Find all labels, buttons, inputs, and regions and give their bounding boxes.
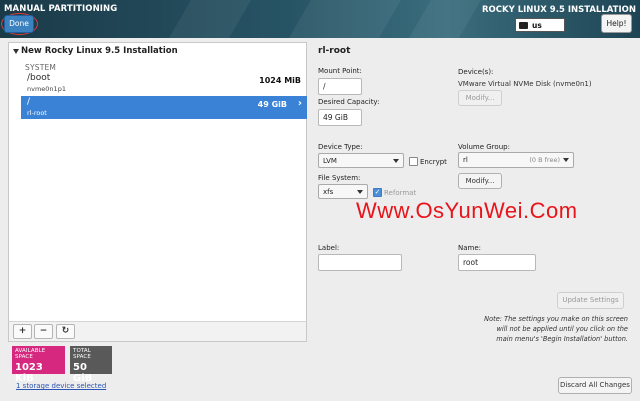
volume-group-modify-button[interactable]: Modify... (458, 173, 502, 189)
label-input[interactable] (318, 254, 402, 271)
desired-capacity-label: Desired Capacity: (318, 98, 380, 106)
file-system-select[interactable]: xfs (318, 184, 368, 199)
done-button[interactable]: Done (4, 15, 34, 33)
note-text: The settings you make on this screen wil… (496, 315, 628, 343)
partition-mount-point: /boot (27, 73, 51, 83)
system-group-label: SYSTEM (25, 63, 57, 72)
volume-group-value: rl (463, 156, 468, 164)
device-type-value: LVM (323, 156, 337, 165)
reformat-label: Reformat (384, 189, 417, 197)
available-space-box: AVAILABLE SPACE 1023 KiB (12, 346, 65, 384)
device-type-select[interactable]: LVM (318, 153, 404, 168)
partition-device: nvme0n1p1 (27, 85, 66, 93)
help-button[interactable]: Help! (601, 14, 632, 33)
keyboard-layout-indicator[interactable]: us (515, 18, 565, 32)
chevron-right-icon: › (297, 98, 302, 109)
volume-group-label: Volume Group: (458, 143, 510, 151)
devices-modify-button[interactable]: Modify... (458, 90, 502, 106)
file-system-value: xfs (323, 187, 334, 196)
name-input[interactable]: root (458, 254, 536, 271)
partition-device: rl-root (27, 109, 47, 117)
remove-partition-button[interactable]: − (34, 324, 53, 339)
settings-note: Note: The settings you make on this scre… (478, 314, 628, 344)
total-space-label: TOTAL SPACE (73, 348, 91, 360)
total-space-value: 50 GiB (73, 362, 93, 384)
update-settings-button[interactable]: Update Settings (557, 292, 624, 309)
chevron-down-icon (357, 190, 363, 194)
encrypt-checkbox[interactable] (409, 157, 418, 166)
device-type-label: Device Type: (318, 143, 363, 151)
file-system-label: File System: (318, 174, 361, 182)
watermark-text: Www.OsYunWei.Com (356, 198, 578, 223)
header-decoration (289, 0, 401, 38)
volume-group-select[interactable]: rl (0 B free) (458, 152, 574, 168)
name-label: Name: (458, 244, 482, 252)
chevron-down-icon (563, 158, 569, 162)
keyboard-icon (519, 21, 528, 29)
partition-row-boot[interactable]: /boot nvme0n1p1 1024 MiB (21, 72, 307, 95)
chevron-down-icon (393, 159, 399, 163)
partition-size: 1024 MiB (259, 76, 301, 85)
expand-triangle-icon (13, 48, 19, 54)
encrypt-label: Encrypt (420, 158, 447, 166)
add-partition-button[interactable]: + (13, 324, 32, 339)
keyboard-layout-label: us (532, 20, 542, 30)
header-decoration (409, 0, 481, 38)
installation-title: New Rocky Linux 9.5 Installation (21, 46, 178, 56)
note-prefix: Note: (484, 315, 502, 323)
reformat-checkbox[interactable]: ✓ (373, 188, 382, 197)
available-space-value: 1023 KiB (15, 362, 43, 384)
total-space-box: TOTAL SPACE 50 GiB (70, 346, 112, 384)
installation-group-header[interactable]: New Rocky Linux 9.5 Installation (13, 46, 178, 56)
available-space-label: AVAILABLE SPACE (15, 348, 46, 360)
header-decoration (169, 0, 251, 38)
partition-list-panel: New Rocky Linux 9.5 Installation SYSTEM … (8, 42, 307, 342)
mount-point-input[interactable]: / (318, 78, 362, 95)
mount-point-label: Mount Point: (318, 67, 362, 75)
top-header: MANUAL PARTITIONING Done ROCKY LINUX 9.5… (0, 0, 640, 38)
partition-toolbar: + − ↻ (8, 321, 307, 342)
devices-label: Device(s): (458, 68, 494, 76)
label-field-label: Label: (318, 244, 340, 252)
devices-value: VMware Virtual NVMe Disk (nvme0n1) (458, 80, 592, 88)
refresh-icon[interactable]: ↻ (56, 324, 75, 339)
detail-title: rl-root (318, 46, 351, 56)
partition-size: 49 GiB (257, 100, 287, 109)
partition-mount-point: / (27, 97, 31, 107)
desired-capacity-input[interactable]: 49 GiB (318, 109, 362, 126)
partition-row-root[interactable]: / rl-root 49 GiB › (21, 96, 307, 119)
volume-group-free: (0 B free) (529, 156, 560, 164)
storage-devices-link[interactable]: 1 storage device selected (16, 382, 106, 390)
discard-all-changes-button[interactable]: Discard All Changes (558, 377, 632, 394)
